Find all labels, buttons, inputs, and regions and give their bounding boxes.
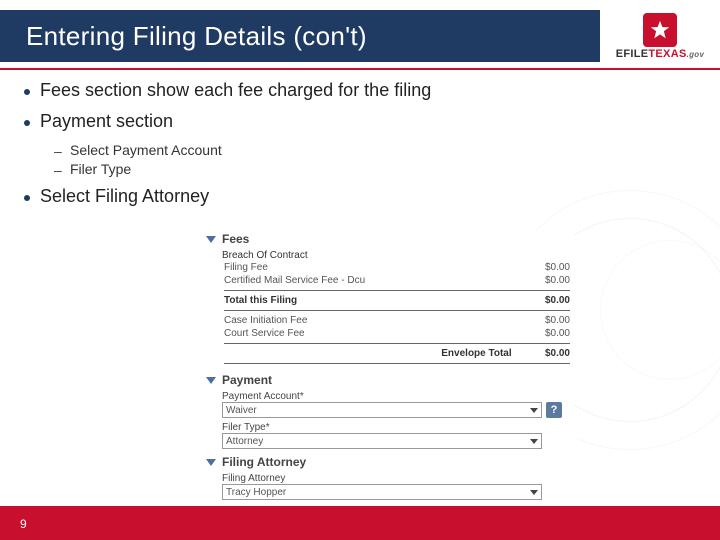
section-header: Fees <box>206 232 574 246</box>
caret-down-icon <box>530 439 538 444</box>
payment-account-label: Payment Account* <box>222 391 574 402</box>
section-title: Filing Attorney <box>222 455 306 469</box>
fee-amount: $0.00 <box>514 261 572 274</box>
fee-label: Case Initiation Fee <box>222 314 514 327</box>
table-row: Envelope Total$0.00 <box>222 347 572 360</box>
star-icon <box>643 13 677 47</box>
caret-down-icon <box>530 408 538 413</box>
brand-accent: TEXAS <box>648 48 686 60</box>
brand-suffix: .gov <box>687 50 705 59</box>
fees-subtitle: Breach Of Contract <box>222 250 574 261</box>
divider <box>224 363 570 364</box>
bullet-text: Payment section <box>40 111 173 132</box>
bullet-text: Select Filing Attorney <box>40 186 209 207</box>
accent-line <box>0 68 720 70</box>
fee-amount: $0.00 <box>514 314 572 327</box>
dash-icon: – <box>54 162 64 178</box>
brand-text: EFILETEXAS.gov <box>616 49 705 60</box>
divider <box>224 343 570 344</box>
fee-label: Filing Fee <box>222 261 514 274</box>
table-row: Certified Mail Service Fee - Dcu$0.00 <box>222 274 572 287</box>
payment-account-select[interactable]: Waiver <box>222 402 542 418</box>
fees-table: Filing Fee$0.00 Certified Mail Service F… <box>222 261 572 367</box>
fees-section: Fees Breach Of Contract Filing Fee$0.00 … <box>206 232 574 367</box>
help-icon[interactable]: ? <box>546 402 562 418</box>
filer-type-select[interactable]: Attorney <box>222 433 542 449</box>
bullet-item: Fees section show each fee charged for t… <box>20 80 700 101</box>
table-row: Total this Filing$0.00 <box>222 294 572 307</box>
sub-bullet-item: – Select Payment Account <box>54 142 700 159</box>
page-title: Entering Filing Details (con't) <box>0 21 367 52</box>
payment-section: Payment Payment Account* Waiver ? Filer … <box>206 373 574 449</box>
fee-label: Certified Mail Service Fee - Dcu <box>222 274 514 287</box>
divider <box>224 310 570 311</box>
slide: Entering Filing Details (con't) EFILETEX… <box>0 0 720 540</box>
table-row: Court Service Fee$0.00 <box>222 327 572 340</box>
sub-bullet-item: – Filer Type <box>54 161 700 178</box>
bullet-list: Fees section show each fee charged for t… <box>20 80 700 217</box>
table-row: Case Initiation Fee$0.00 <box>222 314 572 327</box>
select-value: Attorney <box>226 436 263 447</box>
filing-attorney-label: Filing Attorney <box>222 473 574 484</box>
sub-bullet-text: Select Payment Account <box>70 142 222 158</box>
decor-circle-icon <box>600 240 720 380</box>
fee-amount: $0.00 <box>514 347 572 360</box>
select-value: Tracy Hopper <box>226 487 286 498</box>
section-title: Payment <box>222 373 272 387</box>
fee-amount: $0.00 <box>514 294 572 307</box>
bullet-dot-icon <box>24 120 30 126</box>
bullet-dot-icon <box>24 89 30 95</box>
fee-label: Total this Filing <box>222 294 514 307</box>
chevron-down-icon <box>206 377 216 384</box>
section-title: Fees <box>222 232 249 246</box>
brand-logo: EFILETEXAS.gov <box>610 8 710 64</box>
select-value: Waiver <box>226 405 257 416</box>
bullet-dot-icon <box>24 195 30 201</box>
table-row: Filing Fee$0.00 <box>222 261 572 274</box>
section-header: Payment <box>206 373 574 387</box>
bullet-item: Select Filing Attorney <box>20 186 700 207</box>
brand-pre: EFILE <box>616 48 649 60</box>
footer-bar <box>0 506 720 540</box>
dash-icon: – <box>54 143 64 159</box>
embedded-screenshot: Fees Breach Of Contract Filing Fee$0.00 … <box>206 232 574 494</box>
chevron-down-icon <box>206 236 216 243</box>
filing-attorney-select[interactable]: Tracy Hopper <box>222 484 542 500</box>
caret-down-icon <box>530 490 538 495</box>
sub-bullet-list: – Select Payment Account – Filer Type <box>54 142 700 178</box>
section-header: Filing Attorney <box>206 455 574 469</box>
bullet-text: Fees section show each fee charged for t… <box>40 80 431 101</box>
fee-amount: $0.00 <box>514 274 572 287</box>
filer-type-label: Filer Type* <box>222 422 574 433</box>
filing-attorney-section: Filing Attorney Filing Attorney Tracy Ho… <box>206 455 574 500</box>
sub-bullet-text: Filer Type <box>70 161 131 177</box>
title-bar: Entering Filing Details (con't) <box>0 10 600 62</box>
fee-amount: $0.00 <box>514 327 572 340</box>
fee-label: Envelope Total <box>222 347 514 360</box>
bullet-item: Payment section <box>20 111 700 132</box>
divider <box>224 290 570 291</box>
page-number: 9 <box>20 517 27 531</box>
chevron-down-icon <box>206 459 216 466</box>
fee-label: Court Service Fee <box>222 327 514 340</box>
